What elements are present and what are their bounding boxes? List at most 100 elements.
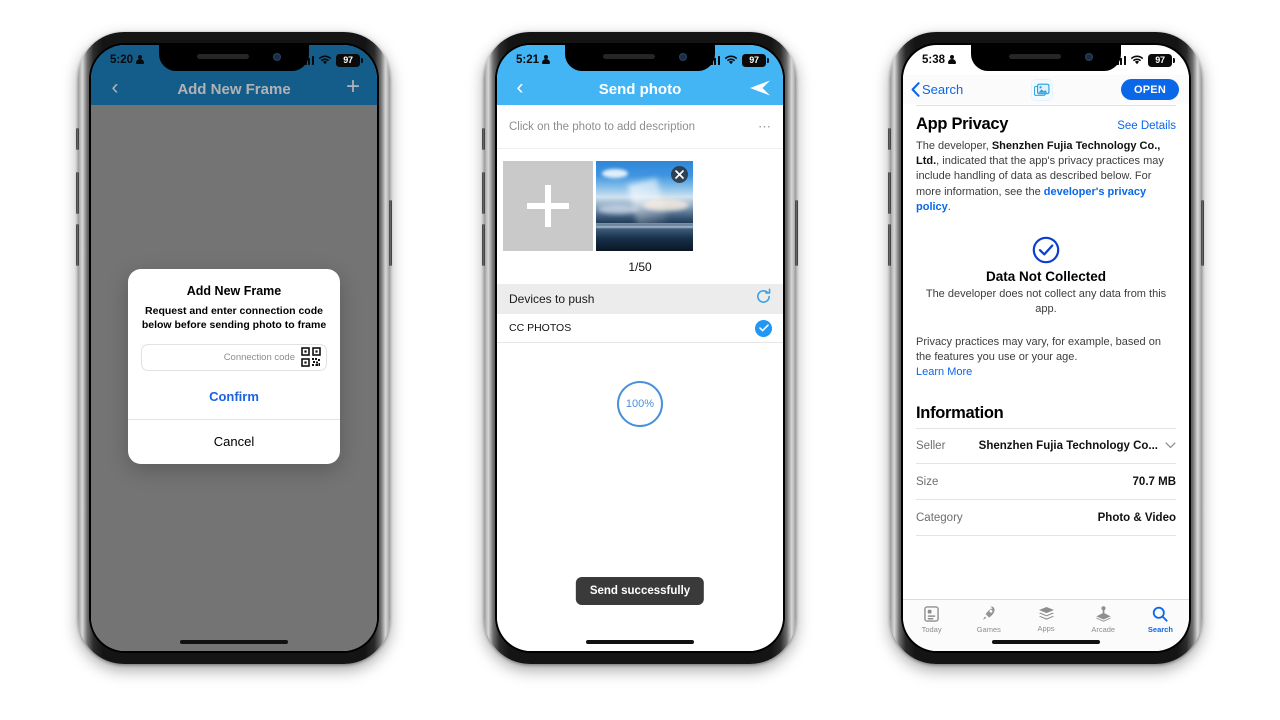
mute-switch[interactable] <box>76 128 79 150</box>
cancel-button[interactable]: Cancel <box>128 420 340 464</box>
device-row[interactable]: CC PHOTOS <box>497 314 783 343</box>
back-label: Search <box>922 82 964 97</box>
open-app-button[interactable]: OPEN <box>1121 79 1179 100</box>
section-title-information: Information <box>916 404 1004 423</box>
notch <box>565 45 715 71</box>
device-name: CC PHOTOS <box>509 322 572 334</box>
plus-icon <box>527 185 569 227</box>
info-row-size: Size 70.7 MB <box>916 464 1176 501</box>
status-time: 5:38 <box>922 54 946 66</box>
privacy-vary-note: Privacy practices may vary, for example,… <box>916 335 1176 381</box>
earpiece-speaker <box>197 54 249 59</box>
status-time: 5:21 <box>516 54 540 66</box>
rocket-icon <box>982 606 995 620</box>
content-area[interactable]: App Privacy See Details The developer, S… <box>903 105 1189 599</box>
volume-down-button[interactable] <box>76 224 79 266</box>
tab-label: Games <box>976 625 1001 634</box>
vary-text: Privacy practices may vary, for example,… <box>916 335 1161 363</box>
page-title: Send photo <box>598 81 682 98</box>
status-left: 5:20 <box>110 54 145 66</box>
notch <box>971 45 1121 71</box>
progress-area: 100% <box>497 343 783 427</box>
screen-send-photo: ‹ Send photo Click on the photo to add d… <box>497 45 783 651</box>
phone-bezel: ‹ Add New Frame + 5:20 97 Add New Frame … <box>89 43 379 653</box>
info-value: 70.7 MB <box>1132 475 1176 488</box>
learn-more-link[interactable]: Learn More <box>916 365 1176 380</box>
tab-apps[interactable]: Apps <box>1017 606 1074 633</box>
mute-switch[interactable] <box>888 128 891 150</box>
cloud <box>602 169 628 178</box>
app-privacy-header: App Privacy See Details <box>916 115 1176 134</box>
home-indicator[interactable] <box>992 640 1100 644</box>
send-paper-plane-icon[interactable] <box>737 78 783 98</box>
check-circle-icon[interactable] <box>755 319 772 337</box>
home-indicator[interactable] <box>180 640 288 644</box>
tab-arcade[interactable]: Arcade <box>1075 606 1132 634</box>
magnifier-icon <box>1153 606 1168 622</box>
stacked-layers-icon <box>1038 606 1054 620</box>
back-to-search-button[interactable]: Search <box>911 82 963 97</box>
info-key: Category <box>916 511 963 524</box>
volume-up-button[interactable] <box>482 172 485 214</box>
chevron-down-icon[interactable] <box>1165 440 1176 452</box>
description-row[interactable]: Click on the photo to add description ⋯ <box>497 105 783 149</box>
chevron-left-icon <box>911 82 920 97</box>
info-row-category: Category Photo & Video <box>916 500 1176 537</box>
description-placeholder: Click on the photo to add description <box>509 120 696 133</box>
information-rows: Seller Shenzhen Fujia Technology Co... S… <box>916 428 1176 537</box>
volume-down-button[interactable] <box>482 224 485 266</box>
photo-app-icon[interactable] <box>1031 78 1054 101</box>
volume-down-button[interactable] <box>888 224 891 266</box>
tab-games[interactable]: Games <box>960 606 1017 634</box>
home-indicator[interactable] <box>586 640 694 644</box>
progress-value: 100% <box>625 398 655 410</box>
power-button[interactable] <box>389 200 392 266</box>
front-camera <box>679 53 687 61</box>
refresh-icon[interactable] <box>755 288 772 310</box>
confirm-button[interactable]: Confirm <box>128 375 340 419</box>
front-camera <box>1085 53 1093 61</box>
screenshot-canvas: ‹ Add New Frame + 5:20 97 Add New Frame … <box>0 0 1280 720</box>
photo-thumbnail[interactable] <box>596 161 693 251</box>
connection-code-input[interactable]: Connection code <box>224 352 295 363</box>
tab-search[interactable]: Search <box>1132 606 1189 634</box>
screen-app-privacy: Search OPEN App Privacy See Details The … <box>903 45 1189 651</box>
info-value: Photo & Video <box>1097 511 1176 524</box>
tab-label: Today <box>921 625 942 634</box>
dialog-title: Add New Frame <box>186 284 282 298</box>
phone-device-send-photo: ‹ Send photo Click on the photo to add d… <box>482 32 798 664</box>
status-right: 97 <box>706 53 769 67</box>
close-circle-icon[interactable] <box>671 166 688 183</box>
back-chevron-icon[interactable]: ‹ <box>497 77 543 98</box>
data-not-collected-title: Data Not Collected <box>985 268 1107 284</box>
mute-switch[interactable] <box>482 128 485 150</box>
phone-device-app-store: Search OPEN App Privacy See Details The … <box>888 32 1204 664</box>
power-button[interactable] <box>795 200 798 266</box>
add-photo-tile[interactable] <box>503 161 593 251</box>
ellipsis-icon[interactable]: ⋯ <box>758 119 772 135</box>
devices-header-title: Devices to push <box>509 292 595 306</box>
battery-indicator: 97 <box>1148 53 1175 67</box>
status-right: 97 <box>300 53 363 67</box>
volume-up-button[interactable] <box>888 172 891 214</box>
info-key: Size <box>916 475 939 488</box>
earpiece-speaker <box>603 54 655 59</box>
battery-indicator: 97 <box>742 53 769 67</box>
status-right: 97 <box>1112 53 1175 67</box>
tab-label: Apps <box>1037 624 1055 633</box>
status-left: 5:21 <box>516 54 551 66</box>
upload-progress-ring: 100% <box>617 381 663 427</box>
tab-today[interactable]: Today <box>903 606 960 634</box>
navbar: Search OPEN <box>903 75 1189 105</box>
see-details-link[interactable]: See Details <box>1117 120 1176 132</box>
wifi-icon <box>1130 55 1144 65</box>
power-button[interactable] <box>1201 200 1204 266</box>
wifi-icon <box>318 55 332 65</box>
volume-up-button[interactable] <box>76 172 79 214</box>
earpiece-speaker <box>1009 54 1061 59</box>
connection-code-field[interactable]: Connection code <box>141 343 327 371</box>
qr-code-icon[interactable] <box>301 347 321 368</box>
person-icon <box>136 55 145 65</box>
info-row-seller[interactable]: Seller Shenzhen Fujia Technology Co... <box>916 428 1176 465</box>
photo-count: 1/50 <box>628 260 652 274</box>
